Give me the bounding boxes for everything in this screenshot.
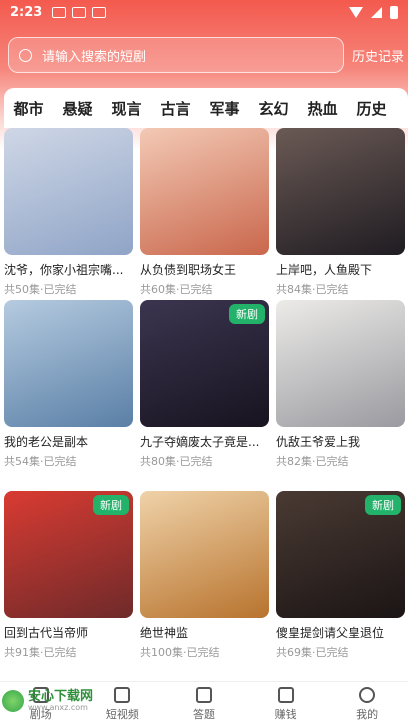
status-time: 2:23 [10, 4, 43, 20]
tab-6[interactable]: 热血 [298, 98, 347, 119]
drama-title: 仇敌王爷爱上我 [276, 435, 361, 449]
history-button[interactable]: 历史记录 [352, 46, 404, 65]
drama-title: 绝世神监 [140, 626, 189, 640]
drama-episodes: 共100集·已完结 [140, 646, 220, 659]
signal-icon [371, 6, 382, 18]
battery-icon [390, 5, 398, 19]
drama-card[interactable]: 仇敌王爷爱上我 共82集·已完结 [276, 300, 405, 469]
tab-5[interactable]: 玄幻 [249, 98, 298, 119]
tab-7[interactable]: 历史 [347, 98, 396, 119]
notification-icon [92, 6, 107, 18]
drama-episodes: 共50集·已完结 [4, 283, 77, 296]
money-icon [277, 687, 294, 703]
drama-poster[interactable] [4, 128, 133, 255]
drama-poster[interactable]: 新剧 [140, 300, 269, 427]
nav-label: 我的 [356, 708, 379, 721]
nav-label: 短视频 [105, 708, 139, 721]
tab-3[interactable]: 古言 [151, 98, 200, 119]
wifi-icon [349, 6, 363, 18]
video-icon [114, 687, 131, 703]
notification-icon [72, 6, 87, 18]
drama-episodes: 共54集·已完结 [4, 455, 77, 468]
drama-poster[interactable]: 新剧 [4, 491, 133, 618]
search-input[interactable]: 请输入搜索的短剧 [8, 37, 344, 73]
poster-image [276, 300, 405, 427]
poster-image [4, 300, 133, 427]
poster-image [140, 128, 269, 255]
drama-title: 我的老公是副本 [4, 435, 89, 449]
watermark-name: 安心下载网 [28, 689, 94, 704]
quiz-icon [195, 687, 212, 703]
drama-title: 上岸吧，人鱼殿下 [276, 263, 373, 277]
search-row: 请输入搜索的短剧 历史记录 [8, 37, 404, 73]
tab-2[interactable]: 现言 [102, 98, 151, 119]
drama-card[interactable]: 从负债到职场女王 共60集·已完结 [140, 128, 269, 297]
watermark: 安心下载网 www.anxz.com [2, 690, 93, 712]
drama-poster[interactable] [276, 128, 405, 255]
new-badge: 新剧 [365, 495, 401, 515]
category-tabs: 都市 悬疑 现言 古言 军事 玄幻 热血 历史 [4, 88, 408, 128]
drama-card[interactable]: 上岸吧，人鱼殿下 共84集·已完结 [276, 128, 405, 297]
tab-0[interactable]: 都市 [4, 98, 53, 119]
drama-title: 傻皇提剑请父皇退位 [276, 626, 385, 640]
drama-card[interactable]: 新剧九子夺嫡废太子竟是... 共80集·已完结 [140, 300, 269, 469]
drama-title: 从负债到职场女王 [140, 263, 237, 277]
drama-episodes: 共69集·已完结 [276, 646, 349, 659]
new-badge: 新剧 [93, 495, 129, 515]
notification-icon [52, 6, 67, 18]
nav-item-2[interactable]: 答题 [163, 682, 245, 727]
status-bar: 2:23 [0, 0, 408, 24]
watermark-logo [2, 690, 24, 712]
nav-item-1[interactable]: 短视频 [82, 682, 164, 727]
drama-episodes: 共91集·已完结 [4, 646, 77, 659]
drama-card[interactable]: 新剧回到古代当帝师 共91集·已完结 [4, 491, 133, 660]
watermark-url: www.anxz.com [28, 703, 88, 712]
drama-card[interactable]: 新剧傻皇提剑请父皇退位 共69集·已完结 [276, 491, 405, 660]
drama-poster[interactable]: 新剧 [276, 491, 405, 618]
nav-item-3[interactable]: 赚钱 [245, 682, 327, 727]
search-icon [19, 48, 32, 62]
drama-episodes: 共60集·已完结 [140, 283, 213, 296]
poster-image [140, 491, 269, 618]
drama-episodes: 共82集·已完结 [276, 455, 349, 468]
drama-card[interactable]: 绝世神监共100集·已完结 [140, 491, 269, 660]
drama-card[interactable]: 沈爷，你家小祖宗嘴... 共50集·已完结 [4, 128, 133, 297]
tab-4[interactable]: 军事 [200, 98, 249, 119]
drama-title: 九子夺嫡废太子竟是... [140, 435, 260, 449]
drama-episodes: 共84集·已完结 [276, 283, 349, 296]
drama-card[interactable]: 我的老公是副本 共54集·已完结 [4, 300, 133, 469]
drama-poster[interactable] [140, 128, 269, 255]
drama-poster[interactable] [140, 491, 269, 618]
nav-label: 赚钱 [274, 708, 297, 721]
nav-label: 答题 [192, 708, 215, 721]
drama-episodes: 共80集·已完结 [140, 455, 213, 468]
drama-poster[interactable] [4, 300, 133, 427]
tab-1[interactable]: 悬疑 [53, 98, 102, 119]
poster-image [276, 128, 405, 255]
nav-item-4[interactable]: 我的 [326, 682, 408, 727]
drama-poster[interactable] [276, 300, 405, 427]
search-placeholder: 请输入搜索的短剧 [42, 49, 147, 65]
new-badge: 新剧 [229, 304, 265, 324]
drama-title: 沈爷，你家小祖宗嘴... [4, 263, 124, 277]
poster-image [4, 128, 133, 255]
profile-icon [359, 687, 376, 703]
drama-title: 回到古代当帝师 [4, 626, 89, 640]
